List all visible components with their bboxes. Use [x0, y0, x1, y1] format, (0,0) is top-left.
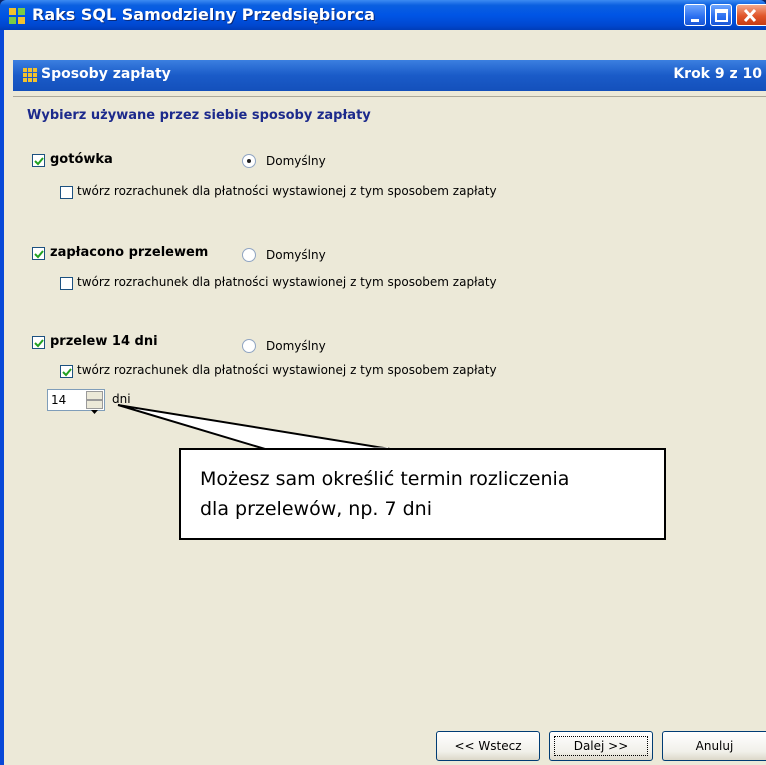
- minimize-button[interactable]: [684, 4, 706, 26]
- content-heading: Wybierz używane przez siebie sposoby zap…: [27, 108, 371, 123]
- method-label-zaplacono-przelewem: zapłacono przelewem: [50, 245, 209, 260]
- default-label: Domyślny: [266, 154, 326, 168]
- next-button[interactable]: Dalej >>: [549, 731, 653, 761]
- checkmark-icon: [62, 368, 72, 377]
- close-icon: [743, 8, 757, 23]
- checkmark-icon: [34, 339, 44, 348]
- days-value[interactable]: 14: [51, 393, 66, 407]
- default-label: Domyślny: [266, 339, 326, 353]
- back-button[interactable]: << Wstecz: [436, 731, 540, 761]
- spinner-buttons: [86, 391, 103, 414]
- focus-ring: [554, 736, 648, 756]
- app-icon: [9, 8, 25, 24]
- checkmark-icon: [34, 250, 44, 259]
- settlement-checkbox-gotowka[interactable]: [60, 186, 73, 199]
- method-checkbox-przelew-14-dni[interactable]: [32, 336, 45, 349]
- settlement-label: twórz rozrachunek dla płatności wystawio…: [77, 184, 497, 198]
- wizard-header: Sposoby zapłaty Krok 9 z 10: [13, 60, 766, 91]
- checkmark-icon: [34, 157, 44, 166]
- method-checkbox-zaplacono-przelewem[interactable]: [32, 247, 45, 260]
- settlement-label: twórz rozrachunek dla płatności wystawio…: [77, 275, 497, 289]
- method-label-przelew-14-dni: przelew 14 dni: [50, 334, 158, 349]
- callout-line: dla przelewów, np. 7 dni: [200, 498, 432, 520]
- cancel-button[interactable]: Anuluj: [662, 731, 766, 761]
- maximize-icon: [715, 9, 728, 22]
- settlement-checkbox-zaplacono-przelewem[interactable]: [60, 277, 73, 290]
- close-button[interactable]: [736, 4, 766, 26]
- arrow-down-icon: [91, 410, 98, 414]
- callout-line: Możesz sam określić termin rozliczenia: [200, 468, 570, 490]
- method-label-gotowka: gotówka: [50, 152, 113, 167]
- default-radio-przelew-14-dni[interactable]: [242, 339, 256, 353]
- window-title: Raks SQL Samodzielny Przedsiębiorca: [32, 5, 375, 24]
- spinner-down-button[interactable]: [86, 400, 103, 414]
- default-radio-zaplacono-przelewem[interactable]: [242, 248, 256, 262]
- days-unit-label: dni: [112, 392, 131, 406]
- spinner-up-button[interactable]: [86, 391, 103, 406]
- wizard-content: Wybierz używane przez siebie sposoby zap…: [13, 96, 766, 730]
- days-spinner[interactable]: 14: [47, 389, 105, 414]
- hint-callout: Możesz sam określić termin rozliczenia d…: [179, 448, 666, 540]
- wizard-step-indicator: Krok 9 z 10: [673, 66, 762, 82]
- wizard-title: Sposoby zapłaty: [41, 66, 171, 82]
- settlement-label: twórz rozrachunek dla płatności wystawio…: [77, 363, 497, 377]
- default-radio-gotowka[interactable]: [242, 154, 256, 168]
- settlement-checkbox-przelew-14-dni[interactable]: [60, 365, 73, 378]
- callout-text: Możesz sam określić termin rozliczenia d…: [200, 464, 660, 524]
- method-checkbox-gotowka[interactable]: [32, 154, 45, 167]
- minimize-icon: [691, 19, 699, 22]
- default-label: Domyślny: [266, 248, 326, 262]
- maximize-button[interactable]: [710, 4, 732, 26]
- grid-icon: [23, 68, 37, 82]
- title-bar[interactable]: Raks SQL Samodzielny Przedsiębiorca: [0, 0, 766, 30]
- application-window: Raks SQL Samodzielny Przedsiębiorca Spos…: [0, 0, 766, 765]
